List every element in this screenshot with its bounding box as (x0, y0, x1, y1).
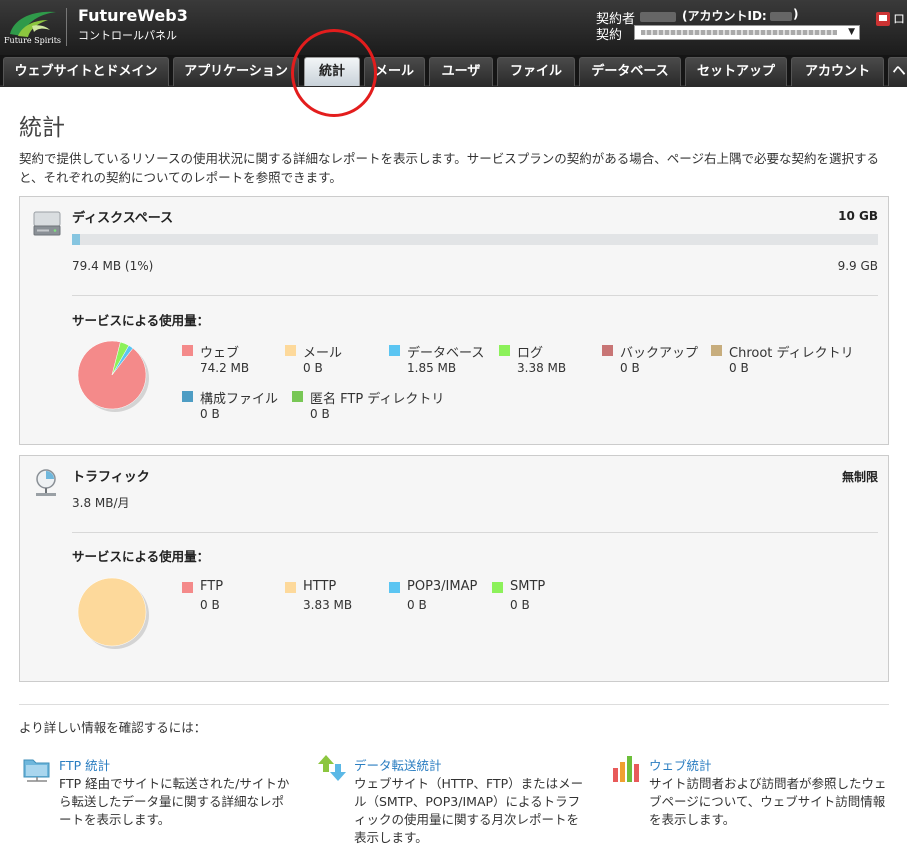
traffic-icon (36, 469, 56, 496)
contract-select[interactable]: ▼ (634, 25, 860, 40)
tab-files[interactable]: ファイル (497, 57, 575, 86)
logout-icon[interactable] (876, 12, 890, 26)
legend-swatch (389, 582, 400, 593)
ftp-stats-link[interactable]: FTP 統計 (59, 755, 110, 774)
disk-total: 10 GB (838, 209, 878, 223)
tab-users[interactable]: ユーザ (429, 57, 493, 86)
disk-free: 9.9 GB (837, 259, 878, 273)
legend-label: 構成ファイル (200, 392, 279, 407)
legend-value: 0 B (303, 361, 323, 375)
header: Future Spirits FutureWeb3 コントロールパネル 契約者 … (0, 0, 907, 55)
legend-label: POP3/IMAP (407, 579, 478, 594)
legend-swatch (711, 345, 722, 356)
page-title: 統計 (19, 115, 65, 141)
traffic-panel: トラフィック 無制限 3.8 MB/月 サービスによる使用量： FTP 0 B … (19, 455, 889, 682)
legend-label: Chroot ディレクトリ (729, 346, 854, 361)
legend-value: 0 B (200, 407, 220, 421)
legend-swatch (285, 345, 296, 356)
contract-label: 契約 (596, 28, 623, 43)
legend-label: バックアップ (620, 346, 699, 361)
app-title: FutureWeb3 (78, 6, 188, 25)
legend-swatch (389, 345, 400, 356)
tab-setup[interactable]: セットアップ (685, 57, 787, 86)
ftp-stats-description: FTP 経由でサイトに転送された/サイトから転送したデータ量に関する詳細なレポー… (59, 776, 290, 827)
legend-value: 3.83 MB (303, 598, 353, 612)
legend-value: 0 B (310, 407, 330, 421)
legend-label: メール (303, 346, 343, 361)
legend-value: 0 B (200, 598, 220, 612)
legend-swatch (492, 582, 503, 593)
disk-space-title: ディスクスペース (72, 211, 174, 226)
legend-swatch (285, 582, 296, 593)
legend-value: 0 B (407, 598, 427, 612)
disk-usage-by-service-title: サービスによる使用量： (72, 313, 210, 328)
tab-applications[interactable]: アプリケーション (173, 57, 299, 86)
legend-swatch (182, 345, 193, 356)
legend-label: ログ (517, 346, 544, 361)
transfer-arrows-icon[interactable] (316, 752, 348, 784)
disk-used: 79.4 MB (1%) (72, 259, 154, 273)
tab-databases[interactable]: データベース (579, 57, 681, 86)
disk-space-panel: ディスクスペース 10 GB 79.4 MB (1%) 9.9 GB サービスに… (19, 196, 889, 445)
tab-help[interactable]: ヘ (888, 57, 907, 86)
app-subtitle: コントロールパネル (78, 29, 177, 42)
traffic-value: 3.8 MB/月 (72, 496, 130, 510)
transfer-stats-link[interactable]: データ転送統計 (354, 755, 442, 774)
logout-link[interactable]: ロ (893, 10, 905, 27)
traffic-divider (72, 532, 878, 533)
disk-usage-fill (72, 234, 81, 245)
chevron-down-icon: ▼ (848, 27, 855, 37)
traffic-title: トラフィック (72, 470, 150, 485)
ftp-folder-icon[interactable] (21, 752, 53, 784)
web-stats-description: サイト訪問者および訪問者が参照したウェブページについて、ウェブサイト訪問情報を表… (649, 776, 887, 827)
bar-chart-icon[interactable] (611, 752, 643, 784)
tab-statistics[interactable]: 統計 (304, 57, 360, 86)
legend-value: 74.2 MB (200, 361, 250, 375)
legend-label: SMTP (510, 579, 546, 594)
more-info-heading: より詳しい情報を確認するには： (19, 720, 207, 735)
traffic-pie-slice-1 (77, 577, 147, 647)
legend-value: 3.38 MB (517, 361, 567, 375)
account-holder-name-redacted (640, 12, 676, 22)
legend-value: 0 B (510, 598, 530, 612)
legend-value: 0 B (729, 361, 749, 375)
legend-swatch (182, 582, 193, 593)
transfer-stats-description: ウェブサイト（HTTP、FTP）またはメール（SMTP、POP3/IMAP）によ… (354, 776, 584, 845)
web-stats-link[interactable]: ウェブ統計 (649, 755, 712, 774)
traffic-usage-by-service-title: サービスによる使用量： (72, 549, 210, 564)
tab-websites-domains[interactable]: ウェブサイトとドメイン (3, 57, 169, 86)
hard-drive-icon (33, 211, 61, 236)
legend-label: HTTP (303, 579, 337, 594)
contract-value-redacted (641, 30, 837, 35)
brand-name: Future Spirits (4, 36, 62, 45)
legend-swatch (292, 391, 303, 402)
legend-value: 1.85 MB (407, 361, 457, 375)
account-id-label: (アカウントID: (682, 9, 767, 23)
traffic-limit: 無制限 (841, 470, 878, 484)
legend-value: 0 B (620, 361, 640, 375)
legend-swatch (499, 345, 510, 356)
tab-mail[interactable]: メール (364, 57, 425, 86)
disk-usage-pie-chart (77, 340, 149, 412)
legend-swatch (602, 345, 613, 356)
page-description: 契約で提供しているリソースの使用状況に関する詳細なレポートを表示します。サービス… (19, 151, 880, 185)
traffic-usage-pie-chart (77, 577, 149, 649)
account-id-close-paren: ) (793, 7, 799, 21)
legend-label: データベース (407, 346, 485, 361)
header-divider (66, 8, 67, 46)
disk-usage-bar (72, 234, 878, 245)
legend-label: ウェブ (200, 346, 240, 361)
bottom-divider (19, 704, 889, 705)
account-id-redacted (770, 12, 792, 21)
legend-swatch (182, 391, 193, 402)
disk-divider (72, 295, 878, 296)
tab-account[interactable]: アカウント (791, 57, 884, 86)
legend-label: 匿名 FTP ディレクトリ (310, 392, 445, 407)
legend-label: FTP (200, 579, 224, 594)
main-tabs: ウェブサイトとドメイン アプリケーション 統計 メール ユーザ ファイル データ… (0, 55, 907, 87)
